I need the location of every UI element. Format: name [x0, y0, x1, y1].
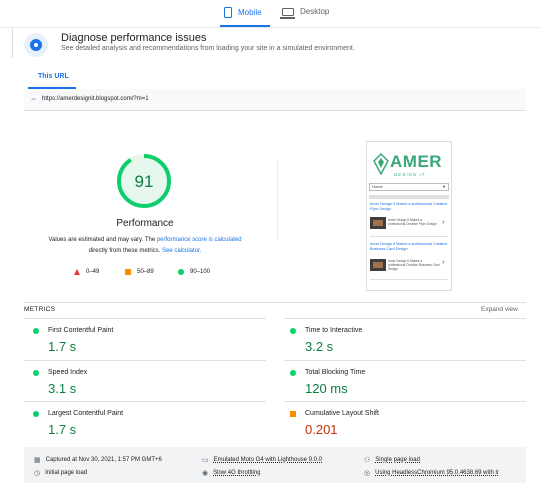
metric-row-rule — [284, 401, 526, 402]
section-subtitle: See detailed analysis and recommendation… — [61, 45, 355, 52]
metric-row-rule — [24, 360, 266, 361]
tab-desktop-label: Desktop — [300, 7, 330, 16]
device-tabs: Mobile Desktop — [0, 0, 540, 28]
metric-lcp-value: 1.7 s — [48, 422, 77, 437]
metric-pass-icon — [290, 328, 296, 334]
metric-lcp-name: Largest Contentful Paint — [48, 410, 124, 417]
browser-version[interactable]: ◎ Using HeadlessChromium 95.0.4638.69 wi… — [364, 469, 499, 477]
post-divider — [370, 236, 448, 237]
metric-pass-icon — [33, 328, 39, 334]
metric-tti-value: 3.2 s — [305, 339, 334, 354]
chevron-right-icon: › — [442, 257, 445, 266]
performance-label: Performance — [116, 218, 174, 229]
metric-row-rule — [24, 401, 266, 402]
square-average-icon — [125, 269, 131, 275]
expand-view-button[interactable]: Expand view — [481, 306, 518, 313]
metrics-top-rule — [24, 302, 526, 303]
see-calculator-link[interactable]: See calculator. — [162, 248, 201, 254]
metric-cls-value: 0.201 — [305, 422, 338, 437]
emulated-device-text: Emulated Moto G4 with Lighthouse 9.0.0 — [213, 457, 323, 463]
post-thumbnail — [370, 259, 386, 271]
metric-tbt-value: 120 ms — [305, 381, 348, 396]
session-type-text: Single page load — [375, 457, 420, 463]
section-title: Diagnose performance issues — [61, 32, 207, 44]
user-icon: ⚇ — [364, 457, 371, 464]
metric-si-value: 3.1 s — [48, 381, 77, 396]
legend-average-range: 50–89 — [137, 269, 154, 275]
diamond-logo-icon — [373, 153, 389, 175]
throttling[interactable]: ◉ Slow 4G throttling — [202, 469, 260, 477]
post-title: Amer Design It Makes a professional Crea… — [370, 202, 448, 211]
site-logo-text: AMER — [390, 152, 443, 171]
tab-mobile-label: Mobile — [238, 8, 262, 17]
circle-pass-icon — [178, 269, 184, 275]
tab-desktop[interactable]: Desktop — [280, 7, 330, 19]
legend-fail-range: 0–49 — [86, 269, 100, 275]
session-type[interactable]: ⚇ Single page load — [364, 456, 420, 464]
site-menu-label: Home — [372, 184, 383, 189]
browser-version-text: Using HeadlessChromium 95.0.4638.69 with… — [375, 470, 499, 476]
tab-this-url[interactable]: This URL — [38, 73, 69, 80]
legend-average: 50–89 — [125, 269, 154, 275]
url-bar: ⇔ https://amerdesignit.blogspot.com/?m=1 — [24, 89, 526, 111]
legend-fail: 0–49 — [74, 269, 99, 275]
triangle-fail-icon — [74, 269, 80, 275]
runtime-settings: ▦ Captured at Nov 30, 2021, 1:57 PM GMT+… — [24, 447, 526, 483]
emulated-device[interactable]: ▭ Emulated Moto G4 with Lighthouse 9.0.0 — [202, 456, 322, 464]
metric-row-rule — [284, 318, 526, 319]
initial-load: ◷ Initial page load — [34, 469, 87, 477]
post-title: Amer Design It Makes a professional Crea… — [370, 242, 448, 251]
throttling-text: Slow 4G throttling — [213, 470, 261, 476]
score-note-line2: directly from these metrics. See calcula… — [30, 248, 260, 254]
chrome-icon: ◎ — [364, 470, 371, 477]
metric-pass-icon — [33, 370, 39, 376]
vertical-divider — [277, 160, 278, 240]
post-divider — [370, 279, 448, 280]
legend-pass: 90–100 — [178, 269, 210, 275]
metric-pass-icon — [33, 411, 39, 417]
metric-average-icon — [290, 411, 296, 417]
metric-fcp-name: First Contentful Paint — [48, 327, 114, 334]
score-note-text2: directly from these metrics. — [88, 248, 162, 254]
metric-fcp-value: 1.7 s — [48, 339, 77, 354]
score-note-line1: Values are estimated and may vary. The p… — [30, 237, 260, 243]
metric-row-rule — [284, 360, 526, 361]
metric-si-name: Speed Index — [48, 369, 88, 376]
post-description: Amer Design It Makes a professional Crea… — [388, 218, 437, 226]
performance-score: 91 — [134, 172, 154, 191]
mobile-phone-icon — [224, 7, 232, 18]
metric-row-rule — [24, 318, 266, 319]
captured-at-text: Captured at Nov 30, 2021, 1:57 PM GMT+6 — [45, 457, 162, 463]
metrics-heading: METRICS — [24, 306, 56, 313]
site-menu: Home ▼ — [369, 183, 449, 191]
tab-mobile[interactable]: Mobile — [224, 7, 262, 18]
metric-cls-name: Cumulative Layout Shift — [305, 410, 379, 417]
timer-icon: ◷ — [34, 470, 41, 477]
devices-icon: ▭ — [202, 457, 209, 464]
tested-url[interactable]: https://amerdesignit.blogspot.com/?m=1 — [42, 96, 149, 102]
metric-pass-icon — [290, 370, 296, 376]
calendar-icon: ▦ — [34, 457, 41, 464]
site-logo-subtitle: DESIGN IT — [394, 172, 426, 177]
lab-data-icon — [24, 33, 48, 57]
score-note-text1: Values are estimated and may vary. The — [48, 237, 157, 243]
chevron-right-icon: › — [442, 217, 445, 226]
initial-load-text: Initial page load — [45, 470, 88, 476]
link-icon: ⇔ — [30, 96, 37, 103]
laptop-icon — [280, 7, 295, 19]
wifi-icon: ◉ — [202, 470, 209, 477]
tab-divider — [0, 27, 540, 28]
caret-down-icon: ▼ — [442, 184, 446, 189]
metric-tti-name: Time to Interactive — [305, 327, 363, 334]
legend-pass-range: 90–100 — [190, 269, 211, 275]
post-thumbnail — [370, 217, 386, 229]
section-accent-line — [12, 28, 13, 58]
score-calculated-link[interactable]: performance score is calculated — [157, 237, 242, 243]
metric-tbt-name: Total Blocking Time — [305, 369, 366, 376]
captured-at: ▦ Captured at Nov 30, 2021, 1:57 PM GMT+… — [34, 456, 162, 464]
post-description: Amer Design It Makes a professional Crea… — [388, 259, 440, 271]
site-search-bar — [369, 195, 449, 199]
final-screenshot-thumbnail[interactable]: AMER DESIGN IT Home ▼ Amer Design It Mak… — [366, 141, 452, 291]
